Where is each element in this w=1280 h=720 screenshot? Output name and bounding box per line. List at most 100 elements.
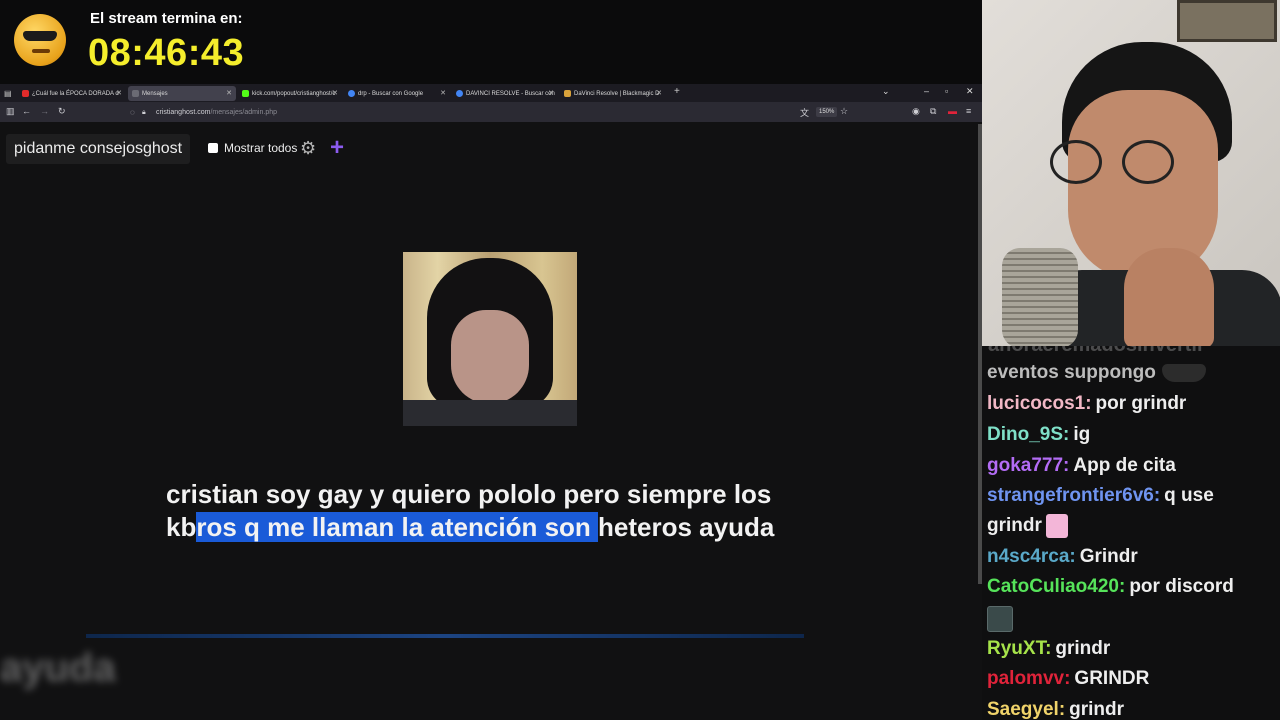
menu-icon[interactable]: ≡: [966, 106, 971, 116]
close-window-icon[interactable]: ✕: [966, 86, 974, 97]
chat-text: GRINDR: [1074, 668, 1150, 689]
lock-icon: 🔒︎: [142, 109, 146, 116]
close-tab-icon[interactable]: ✕: [440, 89, 446, 97]
blurred-text: ayuda: [0, 646, 116, 690]
tab-youtube[interactable]: ¿Cuál fue la ÉPOCA DORADA d ✕: [18, 86, 126, 101]
profile-photo: [403, 252, 577, 426]
chat-message: eventos suppongo: [987, 361, 1206, 385]
message-text: cristian soy gay y quiero pololo pero si…: [166, 478, 816, 544]
tab-label: DaVinci Resolve | Blackmagic D: [574, 90, 660, 97]
chat-faded-line: ahoraeremadosinvertir: [988, 346, 1205, 357]
chat-message: grindr: [987, 514, 1068, 538]
chat-text: App de cita: [1073, 455, 1176, 476]
chat-message: CatoCuliao420: por discord: [987, 575, 1234, 599]
site-info-icon[interactable]: ◌: [130, 106, 135, 119]
close-tab-icon[interactable]: ✕: [548, 89, 554, 97]
message-highlight: ros q me llaman la atención son: [196, 512, 599, 542]
page-title: pidanme consejosghost: [6, 134, 191, 164]
tab-label: ¿Cuál fue la ÉPOCA DORADA d: [32, 90, 119, 97]
screen: El stream termina en: 08:46:43 ▤ ¿Cuál f…: [0, 0, 1280, 720]
extensions-icon[interactable]: ⧉: [930, 106, 936, 117]
tab-kick[interactable]: kick.com/popout/cristianghost/c ✕: [238, 86, 342, 101]
tab-label: kick.com/popout/cristianghost/c: [252, 90, 336, 97]
webcam-feed: [982, 0, 1280, 346]
chat-username[interactable]: goka777:: [987, 455, 1069, 476]
url-domain: cristianghost.com: [156, 109, 211, 116]
maximize-icon[interactable]: ▫: [945, 86, 948, 96]
chat-username[interactable]: palomvv:: [987, 668, 1070, 689]
tab-label: DAVINCI RESOLVE - Buscar con: [466, 90, 555, 97]
avatar-emote-icon: [987, 606, 1013, 632]
close-tab-icon[interactable]: ✕: [226, 89, 232, 97]
tab-google-davinci[interactable]: DAVINCI RESOLVE - Buscar con ✕: [452, 86, 558, 101]
navigation-bar: ▥ ← → ↻ ◌ 🔒︎ cristianghost.com/mensajes/…: [0, 102, 982, 122]
countdown-timer: 08:46:43: [88, 32, 245, 74]
chat-text: grindr: [987, 515, 1042, 537]
tab-google-drp[interactable]: drp - Buscar con Google ✕: [344, 86, 450, 101]
google-favicon-icon: [456, 90, 463, 97]
tab-blackmagic[interactable]: DaVinci Resolve | Blackmagic D ✕: [560, 86, 666, 101]
close-tab-icon[interactable]: ✕: [116, 89, 122, 97]
chat-username[interactable]: RyuXT:: [987, 638, 1051, 659]
bookmark-star-icon[interactable]: ☆: [840, 106, 848, 117]
zoom-level[interactable]: 150%: [816, 107, 838, 117]
chat-username[interactable]: Dino_9S:: [987, 424, 1069, 445]
record-icon[interactable]: ▬: [948, 106, 957, 116]
divider: [86, 634, 804, 638]
stream-overlay: El stream termina en: 08:46:43: [0, 0, 982, 84]
add-button[interactable]: +: [330, 134, 344, 162]
chat-message: lucicocos1: por grindr: [987, 392, 1186, 416]
sidebar-icon[interactable]: ▥: [6, 106, 15, 117]
chat-message: RyuXT: grindr: [987, 637, 1110, 661]
chat-username[interactable]: lucicocos1:: [987, 393, 1092, 414]
chat-text: grindr: [1069, 699, 1125, 720]
blackmagic-favicon-icon: [564, 90, 571, 97]
chat-text: eventos suppongo: [987, 362, 1156, 383]
sunglasses-emoji-icon: [14, 14, 66, 66]
chat-message: strangefrontier6v6: q use: [987, 484, 1214, 508]
chat-message: Dino_9S: ig: [987, 423, 1090, 447]
show-all-checkbox[interactable]: [208, 143, 218, 153]
kick-favicon-icon: [242, 90, 249, 97]
close-tab-icon[interactable]: ✕: [332, 89, 338, 97]
chat-username[interactable]: strangefrontier6v6:: [987, 485, 1160, 506]
show-all-label: Mostrar todos: [224, 141, 298, 155]
microphone: [1002, 248, 1078, 346]
gear-icon[interactable]: ⚙: [300, 138, 316, 159]
address-bar[interactable]: ◌ 🔒︎ cristianghost.com/mensajes/admin.ph…: [130, 106, 780, 119]
chat-text: por discord: [1129, 576, 1234, 597]
sunglasses-emote-icon: [1161, 363, 1206, 382]
chat-text: q use: [1164, 485, 1214, 506]
chat-text: ig: [1073, 424, 1091, 445]
back-icon[interactable]: ←: [22, 106, 31, 116]
tab-label: Mensajes: [142, 90, 168, 97]
chat-message: [987, 606, 1013, 632]
account-icon[interactable]: ◉: [912, 106, 920, 117]
show-all-toggle[interactable]: Mostrar todos: [208, 141, 297, 155]
new-tab-icon[interactable]: +: [674, 86, 680, 97]
message-after: heteros ayuda: [598, 512, 775, 542]
tab-list-icon[interactable]: ▤: [2, 86, 12, 101]
chevron-down-icon[interactable]: ⌄: [882, 86, 890, 97]
translate-icon[interactable]: 文: [800, 106, 809, 119]
chat-message: Saegyel: grindr: [987, 698, 1124, 720]
close-tab-icon[interactable]: ✕: [656, 89, 662, 97]
chat-username[interactable]: CatoCuliao420:: [987, 576, 1125, 597]
tab-bar: ▤ ¿Cuál fue la ÉPOCA DORADA d ✕ Mensajes…: [0, 84, 982, 102]
chat-text: por grindr: [1095, 393, 1187, 414]
chat-username[interactable]: n4sc4rca:: [987, 546, 1076, 567]
chat-panel: ahoraeremadosinvertir eventos suppongo lu…: [982, 346, 1280, 720]
minimize-icon[interactable]: –: [924, 86, 929, 96]
tab-mensajes[interactable]: Mensajes ✕: [128, 86, 236, 101]
chat-message: palomvv: GRINDR: [987, 667, 1149, 691]
reload-icon[interactable]: ↻: [58, 106, 66, 117]
page-favicon-icon: [132, 90, 139, 97]
chat-message: n4sc4rca: Grindr: [987, 545, 1138, 569]
chat-text: Grindr: [1079, 546, 1138, 567]
chat-text: grindr: [1055, 638, 1111, 659]
chat-message: goka777: App de cita: [987, 454, 1176, 478]
forward-icon[interactable]: →: [40, 106, 49, 116]
chat-username[interactable]: Saegyel:: [987, 699, 1065, 720]
url-path: /mensajes/admin.php: [210, 109, 278, 116]
youtube-favicon-icon: [22, 90, 29, 97]
